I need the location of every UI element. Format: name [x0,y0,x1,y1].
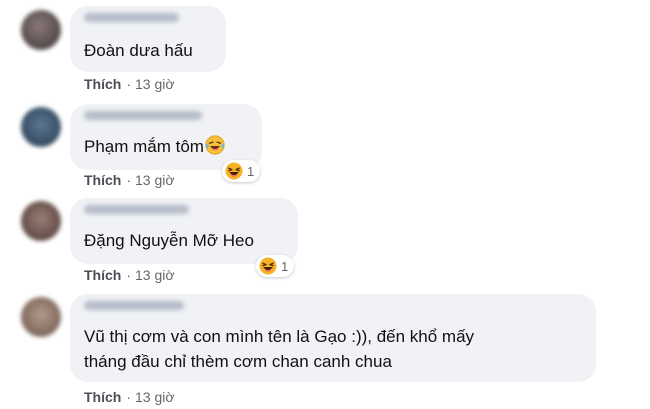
comment-text-line-2: tháng đầu chỉ thèm cơm chan canh chua [84,352,392,371]
comment-bubble: Vũ thị cơm và con mình tên là Gạo :)), đ… [70,294,596,382]
reaction-count-pill[interactable]: 1 [256,255,295,277]
reaction-count: 1 [281,258,289,274]
avatar[interactable] [21,10,61,50]
reaction-count: 1 [247,163,255,179]
timestamp[interactable]: 13 giờ [135,389,175,405]
comment-meta: Thích · 13 giờ [84,389,175,405]
author-name-blurred[interactable] [84,111,202,120]
comment-text-line-1: Vũ thị cơm và con mình tên là Gạo :)), đ… [84,327,475,346]
haha-reaction-icon [259,257,277,275]
like-button[interactable]: Thích [84,267,121,283]
author-name-blurred[interactable] [84,301,184,310]
avatar[interactable] [21,107,61,147]
comment-text: Phạm mắm tôm [84,134,225,159]
separator-dot: · [126,389,132,405]
comment-meta: Thích · 13 giờ [84,76,175,92]
timestamp[interactable]: 13 giờ [135,172,175,188]
comment-meta: Thích · 13 giờ [84,172,175,188]
like-button[interactable]: Thích [84,389,121,405]
reaction-count-pill[interactable]: 1 [222,160,261,182]
laughing-tears-emoji [205,135,225,155]
comment-meta: Thích · 13 giờ [84,267,175,283]
author-name-blurred[interactable] [84,205,189,214]
separator-dot: · [126,267,132,283]
timestamp[interactable]: 13 giờ [135,267,175,283]
avatar[interactable] [21,297,61,337]
comment-bubble: Đoàn dưa hấu [70,6,226,72]
haha-reaction-icon [225,162,243,180]
author-name-blurred[interactable] [84,13,179,22]
separator-dot: · [126,172,132,188]
comment-text-content: Phạm mắm tôm [84,137,204,156]
comment-text: Đặng Nguyễn Mỡ Heo [84,231,254,250]
like-button[interactable]: Thích [84,172,121,188]
avatar[interactable] [21,201,61,241]
comment-text: Đoàn dưa hấu [84,41,193,60]
timestamp[interactable]: 13 giờ [135,76,175,92]
comment-bubble: Đặng Nguyễn Mỡ Heo [70,198,298,264]
separator-dot: · [126,76,132,92]
like-button[interactable]: Thích [84,76,121,92]
